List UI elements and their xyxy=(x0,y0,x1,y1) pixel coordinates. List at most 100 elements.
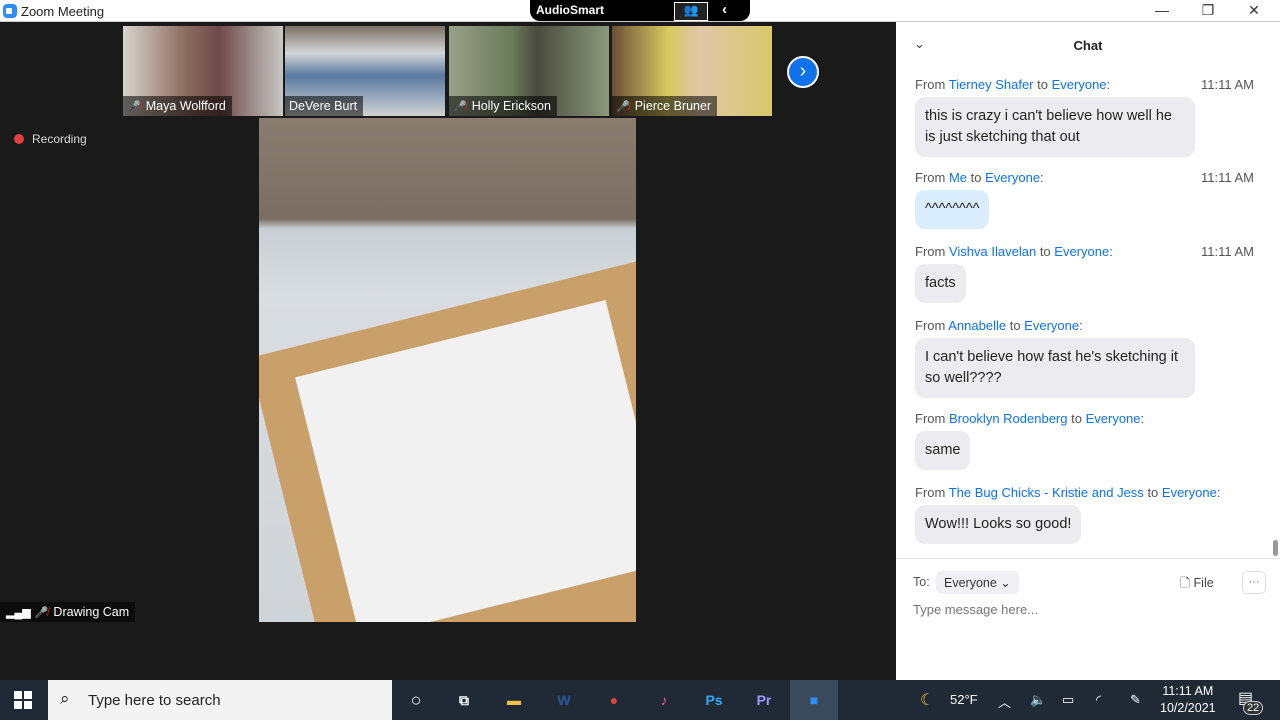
word-taskbar-icon[interactable]: W xyxy=(540,680,588,720)
message-meta: From Brooklyn Rodenberg to Everyone: xyxy=(915,411,1145,426)
zoom-app-icon xyxy=(3,4,17,18)
mic-muted-icon: 🎤̸ xyxy=(127,101,141,113)
chrome-taskbar-icon[interactable]: ● xyxy=(590,680,638,720)
recipient-value: Everyone xyxy=(944,576,997,590)
to-word: to xyxy=(1039,244,1051,259)
chat-message: From Tierney Shafer to Everyone: 11:11 AM… xyxy=(915,77,1260,157)
participant-tile[interactable]: 🎤̸ Maya Wolfford xyxy=(123,26,283,116)
sender-name[interactable]: Annabelle xyxy=(948,318,1006,333)
to-word: to xyxy=(1037,77,1048,92)
recipient-name[interactable]: Everyone xyxy=(1054,244,1109,259)
video-stage: 🎤̸ Maya Wolfford DeVere Burt 🎤̸ Holly Eric… xyxy=(0,22,896,680)
audiosmart-bar[interactable]: AudioSmart 👥 ‹ xyxy=(530,0,750,21)
signal-icon: ▂▄▆ xyxy=(6,607,31,619)
more-options-button[interactable]: ··· xyxy=(1242,571,1266,594)
pen-icon[interactable]: ✎ xyxy=(1130,692,1141,708)
recipient-name[interactable]: Everyone xyxy=(1086,411,1141,426)
participant-tile[interactable]: DeVere Burt xyxy=(285,26,445,116)
sender-name[interactable]: Tierney Shafer xyxy=(949,77,1034,92)
divider xyxy=(896,558,1280,559)
mic-muted-icon: 🎤̸ xyxy=(616,101,630,113)
windows-start-icon[interactable] xyxy=(14,691,32,709)
message-time: 11:11 AM xyxy=(1201,244,1254,259)
clock-time: 11:11 AM xyxy=(1162,684,1214,698)
recording-icon xyxy=(14,134,24,144)
chat-message: From Annabelle to Everyone: I can't beli… xyxy=(915,318,1260,398)
participant-name: Pierce Bruner xyxy=(634,99,712,113)
file-explorer-icon[interactable]: ▬ xyxy=(490,680,538,720)
chat-message-input[interactable] xyxy=(913,602,1263,617)
file-icon: 🗋 xyxy=(1180,576,1191,590)
from-word: From xyxy=(915,318,946,333)
volume-icon[interactable]: 🔈 xyxy=(1030,692,1046,708)
participant-name: Maya Wolfford xyxy=(145,99,226,113)
chevron-up-icon[interactable]: ︿ xyxy=(998,692,1011,711)
battery-icon[interactable]: ▭ xyxy=(1062,692,1074,708)
message-bubble: Wow!!! Looks so good! xyxy=(915,505,1082,544)
recording-indicator: Recording xyxy=(14,132,87,146)
sender-name[interactable]: The Bug Chicks - Kristie and Jess xyxy=(949,485,1144,500)
window-title: Zoom Meeting xyxy=(21,4,105,19)
from-word: From xyxy=(915,77,946,92)
main-video-name: Drawing Cam xyxy=(53,605,130,619)
minimize-button[interactable]: — xyxy=(1139,2,1185,18)
chat-scrollbar[interactable] xyxy=(1273,540,1278,556)
photoshop-taskbar-icon[interactable]: Ps xyxy=(690,680,738,720)
wifi-icon[interactable]: ◜ xyxy=(1096,692,1101,708)
chat-message: From Vishva Ilavelan to Everyone: 11:11 A… xyxy=(915,244,1260,303)
main-video-label: ▂▄▆ 🎤̸ Drawing Cam xyxy=(0,602,136,622)
mic-muted-icon: 🎤̸ xyxy=(453,101,467,113)
to-label: To: xyxy=(913,575,930,589)
participant-tile[interactable]: 🎤̸ Pierce Bruner xyxy=(612,26,772,116)
recording-label: Recording xyxy=(32,132,87,146)
sender-name[interactable]: Me xyxy=(949,170,967,185)
audiosmart-label: AudioSmart xyxy=(536,3,605,17)
moon-weather-icon: ☾ xyxy=(920,692,935,709)
zoom-taskbar-icon[interactable]: ■ xyxy=(790,680,838,720)
recipient-name[interactable]: Everyone xyxy=(1162,485,1217,500)
message-meta: From Vishva Ilavelan to Everyone: 11:11 A… xyxy=(915,244,1254,259)
drawing-board xyxy=(259,253,636,622)
participant-name: Holly Erickson xyxy=(471,99,551,113)
people-icon[interactable]: 👥 xyxy=(674,2,708,21)
chevron-down-icon: ⌄ xyxy=(1000,576,1011,590)
premiere-taskbar-icon[interactable]: Pr xyxy=(740,680,788,720)
message-bubble: this is crazy i can't believe how well h… xyxy=(915,97,1195,157)
file-label: File xyxy=(1193,576,1214,590)
file-button[interactable]: 🗋 File xyxy=(1180,574,1214,595)
mic-muted-icon: 🎤̸ xyxy=(34,607,49,619)
taskbar: ⌕ Type here to search ○ ⧉ ▬ W ● ♪ Ps Pr ■ ☾ 52… xyxy=(0,680,1280,720)
chat-message: From Me to Everyone: 11:11 AM ^^^^^^^^ xyxy=(915,170,1260,229)
to-word: to xyxy=(970,170,982,185)
weather-temp[interactable]: 52°F xyxy=(950,692,978,707)
participant-tile[interactable]: 🎤̸ Holly Erickson xyxy=(449,26,609,116)
search-placeholder: Type here to search xyxy=(88,692,221,709)
close-button[interactable]: ✕ xyxy=(1231,2,1277,19)
clock[interactable]: 11:11 AM 10/2/2021 xyxy=(1160,683,1216,717)
task-view-icon[interactable]: ⧉ xyxy=(440,680,488,720)
sketch-paper xyxy=(295,300,636,622)
recipient-name[interactable]: Everyone xyxy=(985,170,1040,185)
cortana-icon[interactable]: ○ xyxy=(392,680,440,720)
search-icon: ⌕ xyxy=(60,689,70,708)
restore-button[interactable]: ❐ xyxy=(1185,2,1231,19)
from-word: From xyxy=(915,485,946,500)
recipient-dropdown[interactable]: Everyone ⌄ xyxy=(936,571,1019,594)
recipient-name[interactable]: Everyone xyxy=(1052,77,1107,92)
message-time: 11:11 AM xyxy=(1201,170,1254,185)
sender-name[interactable]: Vishva Ilavelan xyxy=(949,244,1036,259)
message-bubble: ^^^^^^^^ xyxy=(915,190,990,229)
taskbar-search[interactable]: ⌕ Type here to search xyxy=(48,680,392,720)
chevron-left-icon[interactable]: ‹ xyxy=(722,1,727,18)
from-word: From xyxy=(915,411,946,426)
title-bar: Zoom Meeting AudioSmart 👥 ‹ — ❐ ✕ xyxy=(0,0,1280,22)
next-page-button[interactable]: › xyxy=(787,56,819,88)
to-word: to xyxy=(1147,485,1159,500)
from-word: From xyxy=(915,170,946,185)
from-word: From xyxy=(915,244,946,259)
sender-name[interactable]: Brooklyn Rodenberg xyxy=(949,411,1068,426)
recipient-name[interactable]: Everyone xyxy=(1024,318,1079,333)
itunes-taskbar-icon[interactable]: ♪ xyxy=(640,680,688,720)
message-bubble: I can't believe how fast he's sketching … xyxy=(915,338,1195,398)
message-meta: From Annabelle to Everyone: xyxy=(915,318,1083,333)
